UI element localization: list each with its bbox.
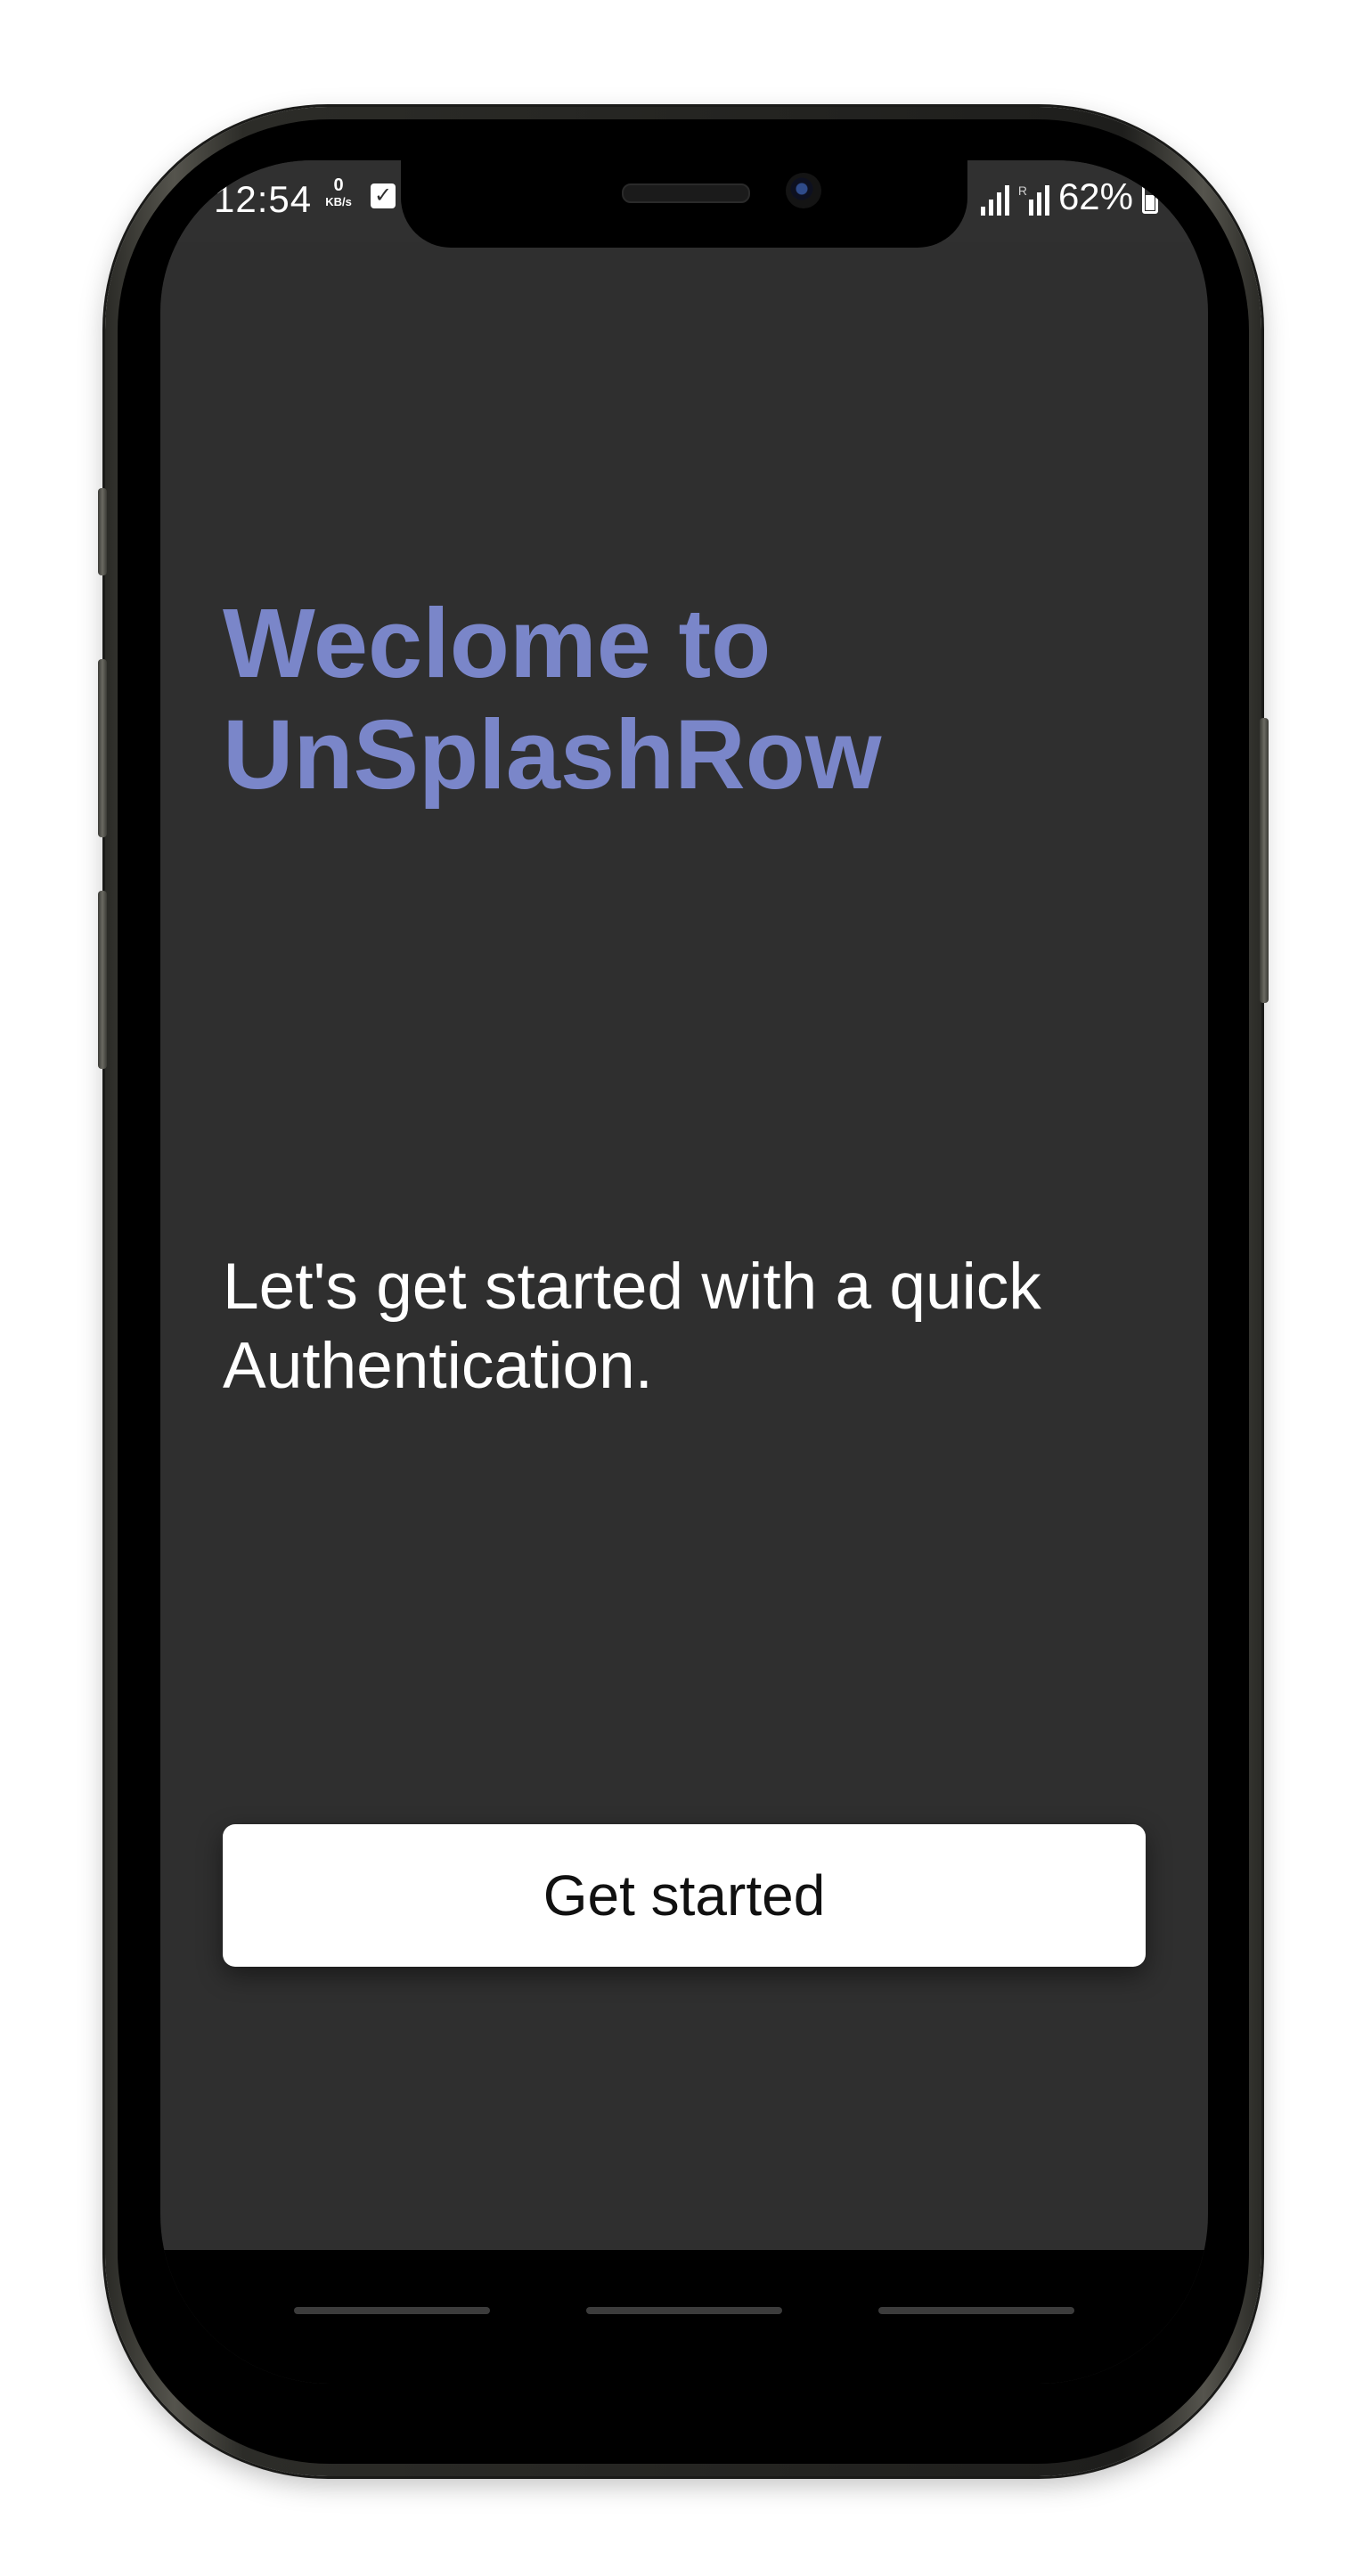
welcome-title: Weclome to UnSplashRow (223, 588, 1114, 811)
network-speed-unit: KB/s (325, 195, 352, 208)
volume-down-button (98, 891, 107, 1069)
notch (401, 160, 967, 248)
signal-icon: R (1018, 183, 1049, 216)
welcome-title-line2: UnSplashRow (223, 700, 882, 811)
status-right-group: R 62% (980, 175, 1158, 217)
nav-pill-left[interactable] (294, 2307, 490, 2314)
check-box-icon: ✓ (371, 183, 396, 208)
status-time: 12:54 (214, 178, 313, 220)
signal-icon (980, 183, 1009, 216)
battery-percent: 62% (1057, 175, 1133, 217)
sim2-label: R (1017, 183, 1027, 198)
volume-up-button (98, 659, 107, 837)
mute-switch (98, 488, 107, 575)
network-speed: 0 KB/s (319, 176, 358, 208)
welcome-title-line1: Weclome to (223, 589, 771, 698)
nav-pill-right[interactable] (878, 2307, 1074, 2314)
navigation-bar (160, 2250, 1208, 2384)
network-speed-value: 0 (333, 175, 344, 195)
nav-pill-center[interactable] (586, 2307, 782, 2314)
speaker-icon (622, 183, 750, 203)
welcome-subtitle: Let's get started with a quick Authentic… (223, 1251, 1041, 1403)
battery-icon (1142, 179, 1158, 214)
app-screen: 12:54 0 KB/s ✓ R 62% Weclome to UnSplash… (160, 160, 1208, 2384)
get-started-button[interactable]: Get started (223, 1824, 1146, 1967)
power-button (1260, 718, 1269, 1003)
camera-icon (786, 173, 821, 208)
